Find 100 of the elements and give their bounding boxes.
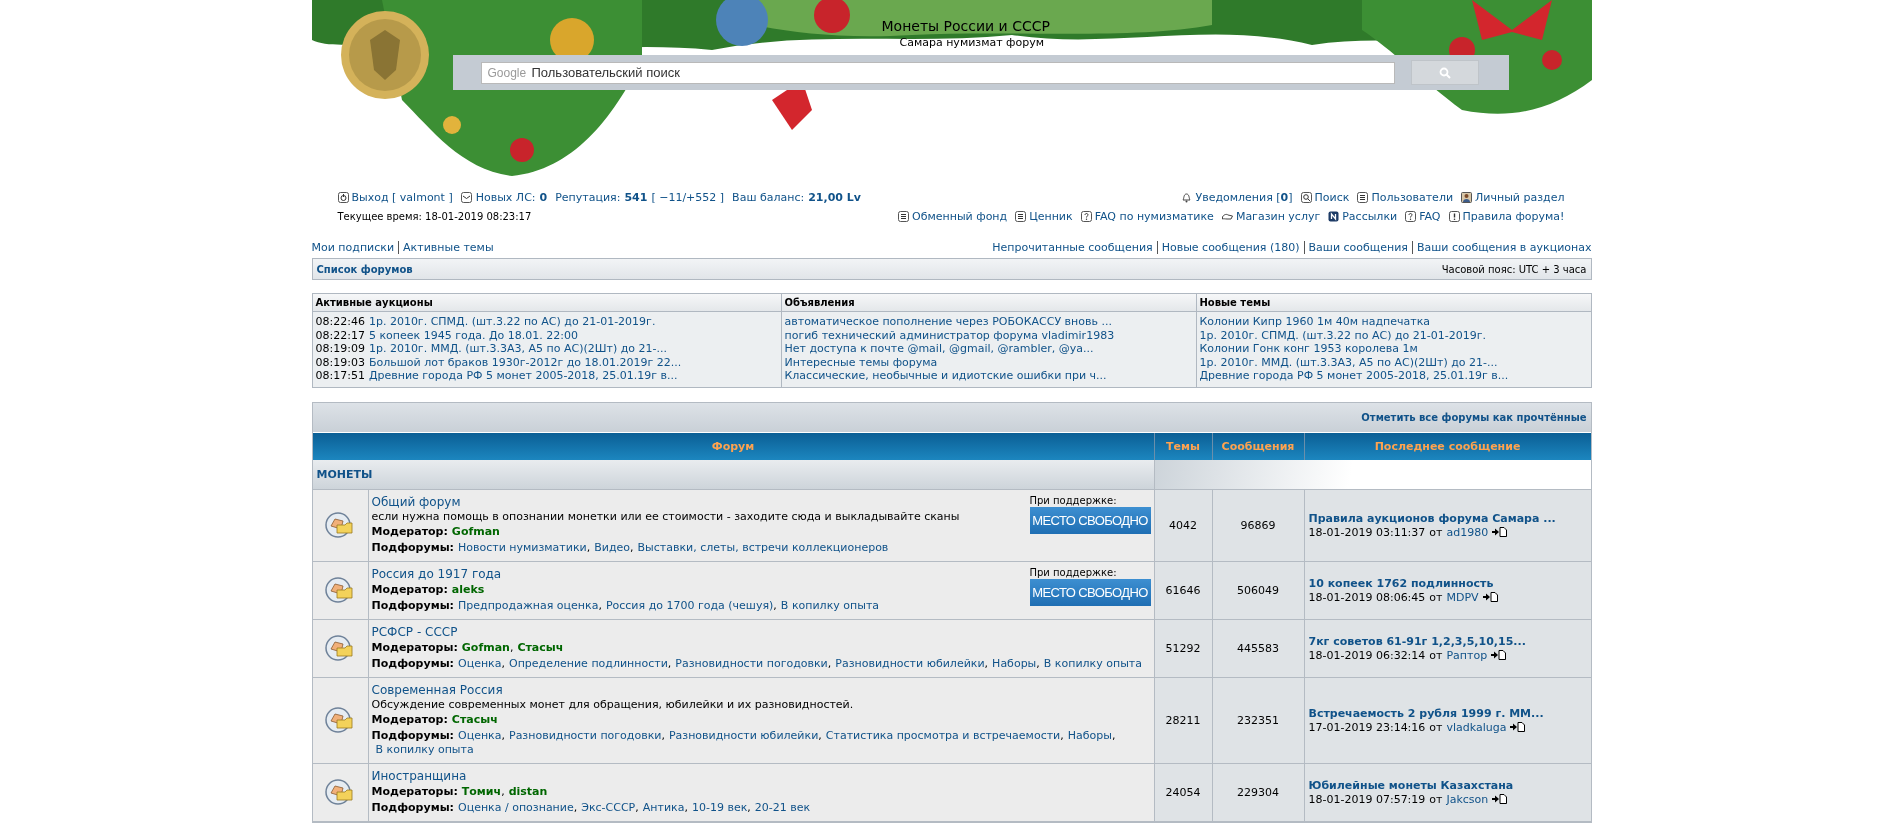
reputation-link[interactable]: [ −11/+552 ]	[651, 191, 725, 204]
topic-link[interactable]: Нет доступа к почте @mail, @gmail, @rambler, @ya...	[784, 342, 1094, 356]
topic-link[interactable]: 1р. 2010г. ММД. (шт.3.3А3, А5 по АС)(2Шт) до 21-...	[1199, 355, 1498, 369]
topic-link[interactable]: погиб технический администратор форума vladimir1983	[784, 328, 1115, 342]
moderator-link[interactable]: Gofman	[451, 524, 500, 538]
separator-comma: ,	[661, 728, 665, 742]
nav-link[interactable]: Пользователи	[1357, 191, 1454, 204]
subnav-link[interactable]: Ваши сообщения	[1303, 241, 1408, 254]
subforum-link[interactable]: Разновидности погодовки	[675, 656, 828, 671]
subnav-link[interactable]: Мои подписки	[311, 241, 395, 254]
ad-banner[interactable]: МЕСТО СВОБОДНО	[1029, 578, 1151, 606]
search-brand: Google	[487, 65, 527, 80]
search-icon	[1438, 66, 1451, 79]
separator-comma: ,	[573, 800, 578, 814]
subforum-link[interactable]: Оценка / опознание	[458, 800, 574, 815]
forum-folder-icon	[325, 707, 355, 733]
subforums-label: Подфорумы:	[371, 728, 454, 742]
panel-heading: Объявления	[781, 294, 1196, 312]
breadcrumb-link[interactable]: Список форумов	[316, 263, 413, 275]
separator-comma: ,	[684, 800, 688, 814]
moderator-link[interactable]: Стасыч	[451, 712, 498, 726]
topic-link[interactable]: Колонии Кипр 1960 1м 40м надпечатка	[1199, 315, 1431, 329]
subforum-link[interactable]: Экс-СССР	[581, 800, 636, 815]
ad-banner[interactable]: МЕСТО СВОБОДНО	[1029, 506, 1151, 534]
go-to-post-icon[interactable]	[1510, 722, 1526, 732]
forum-title-link[interactable]: Россия до 1917 года	[371, 566, 502, 581]
logout-link[interactable]: Выход [ valmont ]	[337, 191, 453, 204]
author-link[interactable]: Раптор	[1446, 648, 1488, 662]
topic-link[interactable]: 1р. 2010г. СПМД. (шт.3.22 по АС) до 21-01-2019г.	[1199, 328, 1486, 342]
moderator-link[interactable]: distan	[508, 784, 548, 798]
by-text: от	[1429, 525, 1443, 539]
moderators-label: Модераторы:	[371, 640, 458, 654]
topic-link[interactable]: Большой лот браков 1930г-2012г до 18.01.2019г 22...	[368, 355, 682, 369]
nav-link[interactable]: Уведомления [0]	[1181, 191, 1293, 204]
moderator-link[interactable]: Gofman	[461, 640, 510, 654]
stat-label[interactable]: Новых ЛС:	[475, 191, 536, 204]
forum-title-link[interactable]: Иностранщина	[371, 768, 467, 783]
topic-link[interactable]: Древние города РФ 5 монет 2005-2018, 25.01.19г в...	[1199, 369, 1509, 383]
nav-link[interactable]: FAQ	[1405, 210, 1441, 223]
subforum-link[interactable]: Оценка	[458, 728, 502, 743]
last-post-link[interactable]: Встречаемость 2 рубля 1999 г. ММ...	[1308, 706, 1587, 720]
separator-comma: ,	[509, 640, 514, 654]
go-to-post-icon[interactable]	[1492, 527, 1508, 537]
mark-read-link[interactable]: Отметить все форумы как прочтённые	[1361, 411, 1587, 423]
separator-comma: ,	[635, 800, 639, 814]
topic-link[interactable]: Классические, необычные и идиотские ошибки при ч...	[784, 369, 1107, 383]
subforum-link[interactable]: Разновидности юбилейки	[835, 656, 985, 671]
subforum-link[interactable]: В копилку опыта	[375, 742, 474, 757]
subforums-label: Подфорумы:	[371, 800, 454, 814]
moderator-link[interactable]: Стасыч	[517, 640, 564, 654]
nav-link[interactable]: FAQ по нумизматике	[1080, 210, 1214, 223]
subnav-link[interactable]: Непрочитанные сообщения	[992, 241, 1153, 254]
subforum-link[interactable]: Определение подлинности	[509, 656, 668, 671]
subnav-link[interactable]: Ваши сообщения в аукционах	[1411, 241, 1592, 254]
moderators-label: Модератор:	[371, 524, 448, 538]
moderator-link[interactable]: Томич	[461, 784, 502, 798]
subnav-link[interactable]: Активные темы	[398, 241, 494, 254]
posts-count: 96869	[1211, 489, 1304, 562]
separator-comma: ,	[598, 598, 602, 612]
topic-link[interactable]: 1р. 2010г. СПМД. (шт.3.22 по АС) до 21-01-2019г.	[368, 315, 656, 329]
nav-link[interactable]: Рассылки	[1328, 210, 1398, 223]
author-link[interactable]: MDPV	[1446, 590, 1479, 604]
author-link[interactable]: ad1980	[1446, 525, 1489, 539]
author-link[interactable]: vladkaluga	[1446, 720, 1507, 734]
last-post-link[interactable]: 7кг советов 61-91г 1,2,3,5,10,15...	[1308, 634, 1587, 648]
nav-link[interactable]: Личный раздел	[1461, 191, 1565, 204]
forum-title-link[interactable]: Общий форум	[371, 494, 461, 509]
topic-link[interactable]: Интересные темы форума	[784, 355, 938, 369]
subforum-link[interactable]: Наборы	[1067, 728, 1112, 743]
subforum-link[interactable]: 20-21 век	[754, 800, 811, 815]
go-to-post-icon[interactable]	[1492, 794, 1508, 804]
subforum-link[interactable]: В копилку опыта	[780, 598, 880, 613]
sponsor-label: При поддержке:	[1029, 566, 1118, 578]
last-post-link[interactable]: 10 копеек 1762 подлинность	[1308, 576, 1587, 590]
category-link[interactable]: МОНЕТЫ	[316, 467, 373, 481]
topic-link[interactable]: 1р. 2010г. ММД. (шт.3.3А3, А5 по АС)(2Шт) до 21-...	[368, 342, 667, 356]
last-post-link[interactable]: Юбилейные монеты Казахстана	[1308, 778, 1587, 792]
subforum-link[interactable]: Видео	[594, 540, 630, 555]
author-link[interactable]: Jakcson	[1446, 792, 1489, 806]
nav-link[interactable]: Правила форума!	[1448, 210, 1565, 223]
moderator-link[interactable]: aleks	[451, 582, 485, 596]
nav-link[interactable]: Ценник	[1015, 210, 1073, 223]
last-post-date: 18-01-2019 08:06:45	[1308, 590, 1426, 604]
subforum-link[interactable]: В копилку опыта	[1043, 656, 1142, 671]
topic-link[interactable]: автоматическое пополнение через РОБОКАССУ вновь ...	[784, 315, 1112, 329]
forum-title-link[interactable]: РСФСР - СССР	[371, 624, 458, 639]
forum-title-link[interactable]: Современная Россия	[371, 682, 503, 697]
subnav-link[interactable]: Новые сообщения (180)	[1156, 241, 1300, 254]
go-to-post-icon[interactable]	[1491, 650, 1507, 660]
subforum-link[interactable]: Оценка	[458, 656, 502, 671]
topic-link[interactable]: Колонии Гонк конг 1953 королева 1м	[1199, 342, 1418, 356]
topic-link[interactable]: 5 копеек 1945 года. До 18.01. 22:00	[368, 328, 578, 342]
nav-link[interactable]: Обменный фонд	[898, 210, 1008, 223]
nav-link[interactable]: Поиск	[1300, 191, 1350, 204]
nav-link[interactable]: Магазин услуг	[1221, 210, 1321, 223]
last-post-link[interactable]: Правила аукционов форума Самара ...	[1308, 511, 1587, 525]
topic-link[interactable]: Древние города РФ 5 монет 2005-2018, 25.01.19г в...	[368, 369, 678, 383]
go-to-post-icon[interactable]	[1482, 592, 1498, 602]
subforum-link[interactable]: Новости нумизматики	[458, 540, 587, 555]
subforum-link[interactable]: Выставки, слеты, встречи коллекционеров	[637, 540, 889, 555]
